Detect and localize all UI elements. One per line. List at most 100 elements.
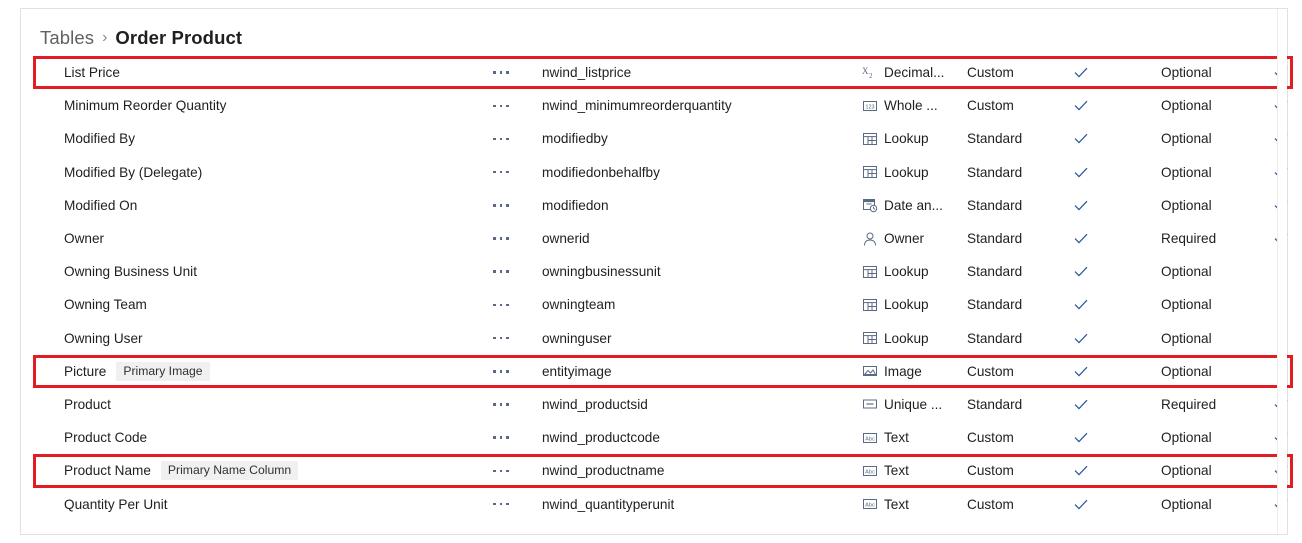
table-row[interactable]: Owning User owninguser Lookup Standard Optio…: [21, 322, 1286, 355]
row-more-options-button[interactable]: [493, 189, 533, 222]
table-row[interactable]: Owning Team owningteam Lookup Standard Optio…: [21, 288, 1286, 321]
customization-text: Custom: [967, 65, 1014, 81]
cell-requirement: Optional: [1161, 156, 1251, 189]
cell-display-name[interactable]: Owning User: [64, 322, 484, 355]
row-more-options-button[interactable]: [493, 222, 533, 255]
more-options-ellipsis-icon: [493, 370, 509, 373]
row-more-options-button[interactable]: [493, 322, 533, 355]
row-more-options-button[interactable]: [493, 122, 533, 155]
table-row[interactable]: Modified By (Delegate) modifiedonbehalfby…: [21, 156, 1288, 189]
display-name-text: Owner: [64, 231, 105, 247]
data-type-text: Lookup: [884, 297, 929, 313]
cell-display-name[interactable]: Owning Team: [64, 288, 484, 321]
data-type-text: Text: [884, 430, 909, 446]
cell-requirement: Optional: [1161, 487, 1251, 520]
data-type-text: Lookup: [884, 164, 929, 180]
table-row[interactable]: Product Code nwind_productcode Abc Text Cust…: [21, 421, 1288, 454]
display-name-text: Modified By: [64, 131, 136, 147]
table-row[interactable]: Product Name Primary Name Column nwind_pro…: [21, 454, 1288, 487]
table-row[interactable]: Product nwind_productsid Unique ... Standar…: [21, 388, 1288, 421]
cell-searchable-check: [1061, 421, 1101, 454]
unique-identifier-icon: [863, 399, 877, 409]
table-row[interactable]: Picture Primary Image entityimage Image Cust…: [21, 355, 1286, 388]
data-type-text: Date an...: [884, 197, 943, 213]
cell-display-name[interactable]: Owning Business Unit: [64, 255, 484, 288]
cell-display-name[interactable]: Owner: [64, 222, 484, 255]
cell-display-name[interactable]: Product Code: [64, 421, 484, 454]
table-row[interactable]: List Price nwind_listprice X 2 Decimal... Cus…: [21, 56, 1288, 89]
columns-grid: List Price nwind_listprice X 2 Decimal... Cus…: [21, 56, 1293, 528]
row-more-options-button[interactable]: [493, 388, 533, 421]
scrollbar-thumb[interactable]: [1280, 129, 1286, 329]
cell-display-name[interactable]: List Price: [64, 56, 484, 89]
cell-display-name[interactable]: Quantity Per Unit: [64, 487, 484, 520]
owner-person-icon: [864, 232, 876, 246]
table-row[interactable]: Owner ownerid Owner Standard Required: [21, 222, 1288, 255]
logical-name-text: owningbusinessunit: [542, 264, 661, 280]
cell-customization: Standard: [967, 388, 1067, 421]
breadcrumb-link-tables[interactable]: Tables: [40, 27, 94, 49]
cell-logical-name: owningteam: [542, 288, 852, 321]
checkmark-icon: [1074, 333, 1088, 344]
cell-requirement: Optional: [1161, 355, 1251, 388]
more-options-ellipsis-icon: [493, 104, 509, 108]
row-more-options-button[interactable]: [493, 156, 533, 189]
customization-text: Standard: [967, 330, 1023, 346]
vertical-scrollbar[interactable]: [1277, 9, 1287, 534]
table-row[interactable]: Quantity Per Unit nwind_quantityperunit Ab…: [21, 487, 1288, 520]
cell-searchable-check: [1061, 355, 1101, 388]
cell-data-type: Abc Text: [862, 487, 980, 520]
row-more-options-button[interactable]: [493, 355, 533, 388]
cell-data-type: Abc Text: [862, 421, 980, 454]
cell-searchable-check: [1061, 255, 1101, 288]
checkmark-icon: [1074, 267, 1088, 277]
checkmark-icon: [1074, 366, 1088, 377]
display-name-text: List Price: [64, 65, 120, 81]
cell-requirement: Optional: [1161, 288, 1251, 321]
cell-customization: Standard: [967, 222, 1067, 255]
cell-display-name[interactable]: Modified On: [64, 189, 484, 222]
checkmark-icon: [1074, 167, 1088, 178]
customization-text: Standard: [967, 297, 1023, 313]
cell-requirement: Optional: [1161, 322, 1251, 355]
more-options-ellipsis-icon: [493, 469, 509, 473]
image-icon: [863, 366, 877, 377]
cell-data-type: Owner: [862, 222, 980, 255]
table-row[interactable]: Modified By modifiedby Lookup Standard Optio…: [21, 122, 1288, 155]
more-options-ellipsis-icon: [493, 336, 509, 340]
svg-text:Abc: Abc: [865, 436, 875, 442]
logical-name-text: nwind_productsid: [542, 396, 648, 412]
requirement-text: Optional: [1161, 463, 1212, 479]
logical-name-text: nwind_productcode: [542, 430, 660, 446]
cell-display-name[interactable]: Picture Primary Image: [64, 355, 484, 388]
row-more-options-button[interactable]: [493, 56, 533, 89]
row-more-options-button[interactable]: [493, 454, 533, 487]
cell-data-type: Abc Text: [862, 454, 980, 487]
cell-searchable-check: [1061, 56, 1101, 89]
data-type-text: Owner: [884, 231, 925, 247]
cell-requirement: Optional: [1161, 122, 1251, 155]
row-more-options-button[interactable]: [493, 288, 533, 321]
table-row[interactable]: Minimum Reorder Quantity nwind_minimumreo…: [21, 89, 1288, 122]
cell-display-name[interactable]: Modified By: [64, 122, 484, 155]
cell-logical-name: modifiedby: [542, 122, 852, 155]
cell-display-name[interactable]: Minimum Reorder Quantity: [64, 89, 484, 122]
cell-customization: Standard: [967, 255, 1067, 288]
table-columns-panel: Tables › Order Product List Price nwind_l…: [20, 8, 1293, 535]
cell-logical-name: modifiedonbehalfby: [542, 156, 852, 189]
checkmark-icon: [1074, 466, 1088, 476]
row-more-options-button[interactable]: [493, 89, 533, 122]
table-row[interactable]: Owning Business Unit owningbusinessunit Lo…: [21, 255, 1286, 288]
row-more-options-button[interactable]: [493, 487, 533, 520]
row-more-options-button[interactable]: [493, 421, 533, 454]
text-abc-icon: Abc: [863, 432, 877, 443]
logical-name-text: nwind_minimumreorderquantity: [542, 98, 732, 114]
cell-display-name[interactable]: Product Name Primary Name Column: [64, 454, 484, 487]
table-row[interactable]: Modified On modifiedon Date an... Standard O…: [21, 189, 1288, 222]
lookup-icon: [863, 265, 877, 278]
cell-display-name[interactable]: Product: [64, 388, 484, 421]
breadcrumb-separator-icon: ›: [102, 29, 108, 46]
cell-display-name[interactable]: Modified By (Delegate): [64, 156, 484, 189]
row-more-options-button[interactable]: [493, 255, 533, 288]
cell-searchable-check: [1061, 122, 1101, 155]
